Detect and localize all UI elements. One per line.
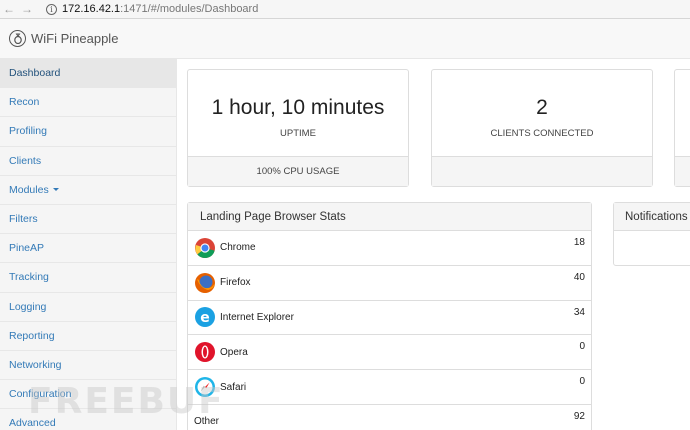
browser-stats-panel: Landing Page Browser Stats Chrome 18 Fir… <box>187 202 592 430</box>
sidebar: Dashboard Recon Profiling Clients Module… <box>0 59 177 430</box>
sidebar-item-networking[interactable]: Networking <box>0 351 176 381</box>
uptime-panel: 1 hour, 10 minutes UPTIME 100% CPU USAGE <box>187 69 409 187</box>
clients-value: 2 <box>536 96 548 119</box>
opera-icon <box>194 341 216 363</box>
svg-text:e: e <box>200 310 210 326</box>
sidebar-item-label: Profiling <box>9 125 47 138</box>
sidebar-item-label: Filters <box>9 213 38 226</box>
sidebar-item-filters[interactable]: Filters <box>0 205 176 235</box>
browser-name: Internet Explorer <box>220 311 294 323</box>
clients-label: CLIENTS CONNECTED <box>490 128 594 139</box>
browser-count: 34 <box>573 306 585 318</box>
chrome-icon <box>194 237 216 259</box>
uptime-value: 1 hour, 10 minutes <box>211 96 385 119</box>
forward-arrow-icon[interactable]: → <box>18 2 36 16</box>
browser-row-firefox: Firefox 40 <box>188 266 591 301</box>
browser-count: 0 <box>579 341 585 353</box>
watermark: FREEBUF <box>28 381 225 422</box>
sidebar-item-recon[interactable]: Recon <box>0 88 176 118</box>
browser-row-other: Other 92 <box>188 405 591 430</box>
sidebar-item-label: Reporting <box>9 329 55 342</box>
sidebar-item-modules[interactable]: Modules <box>0 176 176 205</box>
sidebar-item-label: Tracking <box>9 271 49 284</box>
sidebar-item-label: Networking <box>9 358 62 371</box>
sidebar-item-logging[interactable]: Logging <box>0 293 176 322</box>
sidebar-item-label: Recon <box>9 96 40 109</box>
notifications-panel: Notifications <box>613 202 690 266</box>
sidebar-item-label: Clients <box>9 154 42 167</box>
browser-row-internet-explorer: e Internet Explorer 34 <box>188 301 591 336</box>
brand-name[interactable]: WiFi Pineapple <box>31 31 118 46</box>
pineapple-logo-icon <box>9 30 26 47</box>
browser-count: 0 <box>579 376 585 388</box>
browser-row-opera: Opera 0 <box>188 335 591 371</box>
sidebar-item-tracking[interactable]: Tracking <box>0 263 176 293</box>
browser-name: Firefox <box>220 277 251 289</box>
sidebar-item-profiling[interactable]: Profiling <box>0 117 176 147</box>
browser-count: 40 <box>573 271 585 283</box>
sidebar-item-label: Modules <box>9 183 49 196</box>
url-host: 172.16.42.1 <box>62 3 121 15</box>
sidebar-item-clients[interactable]: Clients <box>0 147 176 176</box>
browser-count: 92 <box>573 410 585 422</box>
browser-address-bar: ← → i 172.16.42.1:1471/#/modules/Dashboa… <box>0 0 690 19</box>
browser-name: Opera <box>220 346 248 358</box>
browser-row-safari: Safari 0 <box>188 370 591 405</box>
firefox-icon <box>194 272 216 294</box>
url-path: :1471/#/modules/Dashboard <box>120 3 259 15</box>
clients-panel-footer <box>432 156 652 186</box>
internet-explorer-icon: e <box>194 306 216 328</box>
third-stat-panel <box>674 69 690 187</box>
sidebar-item-reporting[interactable]: Reporting <box>0 322 176 351</box>
app-navbar: WiFi Pineapple <box>0 19 690 59</box>
sidebar-item-label: Logging <box>9 300 47 313</box>
sidebar-item-pineap[interactable]: PineAP <box>0 234 176 264</box>
sidebar-item-dashboard[interactable]: Dashboard <box>0 59 176 89</box>
browser-stats-title: Landing Page Browser Stats <box>188 203 591 231</box>
browser-name: Chrome <box>220 242 256 254</box>
url-field[interactable]: 172.16.42.1:1471/#/modules/Dashboard <box>62 3 258 15</box>
sidebar-item-label: PineAP <box>9 242 45 255</box>
back-arrow-icon[interactable]: ← <box>0 2 18 16</box>
third-stat-footer <box>675 156 690 186</box>
clients-panel: 2 CLIENTS CONNECTED <box>431 69 653 187</box>
uptime-label: UPTIME <box>280 128 316 139</box>
cpu-usage-footer: 100% CPU USAGE <box>188 156 408 186</box>
sidebar-item-label: Dashboard <box>9 67 61 80</box>
browser-row-chrome: Chrome 18 <box>188 231 591 266</box>
browser-count: 18 <box>573 237 585 248</box>
info-icon[interactable]: i <box>46 3 57 15</box>
caret-down-icon <box>52 188 59 192</box>
notifications-title: Notifications <box>614 203 690 231</box>
